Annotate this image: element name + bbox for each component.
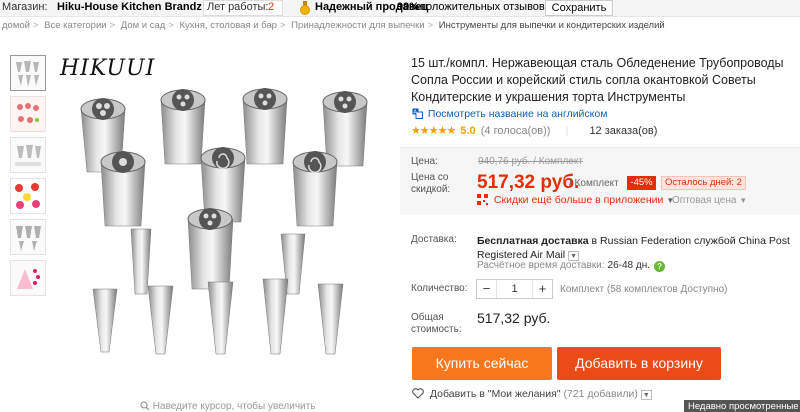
votes-link[interactable]: (4 голоса(ов)) (481, 125, 551, 137)
current-price: 517,32 руб. (477, 172, 580, 193)
brand-watermark: HIKUUI (60, 56, 156, 81)
old-price: 940,76 руб. / Комплект (478, 156, 583, 167)
orders-count: 12 заказа(ов) (589, 125, 658, 137)
quantity-input[interactable]: 1 (497, 280, 532, 298)
qr-code-icon (477, 194, 488, 205)
translate-link[interactable]: A Посмотреть название на английском (412, 108, 607, 120)
save-store-button[interactable]: Сохранить (545, 0, 613, 16)
shipping-label: Доставка: (411, 234, 457, 245)
price-label: Цена: (411, 156, 438, 167)
main-product-image[interactable]: HIKUUI (53, 54, 398, 399)
search-icon (140, 401, 150, 411)
total-price: 517,32 руб. (477, 310, 551, 326)
breadcrumb-home-garden[interactable]: Дом и сад (121, 20, 166, 31)
translate-icon: A (412, 108, 423, 119)
store-label: Магазин: (2, 1, 48, 13)
thumbnail[interactable] (10, 137, 46, 173)
buy-now-button[interactable]: Купить сейчас (412, 347, 552, 380)
recently-viewed-tab[interactable]: Недавно просмотренные (684, 400, 800, 412)
thumbnail-list (10, 55, 46, 301)
free-shipping: Бесплатная доставка (477, 235, 589, 247)
chevron-down-icon[interactable]: ▼ (640, 390, 652, 400)
positive-percent: 99% (397, 1, 420, 13)
breadcrumb-bakeware[interactable]: Принадлежности для выпечки (291, 20, 424, 31)
medal-icon (300, 1, 310, 15)
breadcrumb-all-categories[interactable]: Все категории (44, 20, 106, 31)
discount-price-label: Цена со скидкой: (411, 172, 451, 195)
zoom-hint: Наведите курсор, чтобы увеличить (140, 401, 315, 412)
breadcrumb-current[interactable]: Инструменты для выпечки и кондитерских и… (439, 20, 665, 31)
piping-nozzles-image (80, 88, 368, 355)
wholesale-price-dropdown[interactable]: Оптовая цена ▼ (672, 195, 747, 206)
quantity-decrease-button[interactable]: − (477, 280, 497, 298)
rating-stars: ★★★★★ (411, 125, 456, 137)
help-icon[interactable]: ? (654, 261, 666, 272)
delivery-label: Расчётное время доставки: (477, 260, 605, 271)
thumbnail[interactable] (10, 178, 46, 214)
positive-label: положительных отзывов (420, 1, 545, 13)
thumbnail[interactable] (10, 55, 46, 91)
zoom-hint-text: Наведите курсор, чтобы увеличить (152, 401, 316, 412)
discount-badge: -45% (627, 176, 656, 190)
heart-icon (412, 388, 424, 399)
quantity-stepper: − 1 + (476, 279, 553, 299)
thumbnail[interactable] (10, 96, 46, 132)
wishlist-label: Добавить в "Мои желания" (429, 388, 561, 400)
add-to-cart-button[interactable]: Добавить в корзину (557, 347, 721, 380)
app-discount-label: Скидки ещё больше в приложении (493, 194, 664, 206)
chevron-down-icon: ▼ (739, 196, 748, 205)
quantity-increase-button[interactable]: + (532, 280, 552, 298)
wishlist-count: (721 добавили) (563, 388, 638, 400)
quantity-label: Количество: (411, 283, 468, 294)
breadcrumb-home[interactable]: домой (2, 20, 30, 31)
rating-value: 5.0 (460, 125, 476, 137)
days-left-badge: Осталось дней: 2 (661, 176, 746, 190)
breadcrumb-kitchen[interactable]: Кухня, столовая и бар (180, 20, 277, 31)
thumbnail[interactable] (10, 260, 46, 296)
years-label: Лет работы: (207, 1, 269, 13)
stock-info: Комплект (58 комплектов Доступно) (560, 284, 728, 295)
total-label: Общая стоимость: (411, 312, 462, 335)
product-title: 15 шт./компл. Нержавеющая сталь Обледене… (411, 56, 784, 104)
rating-row: ★★★★★ 5.0 (4 голоса(ов)) | 12 заказа(ов) (411, 125, 658, 137)
price-unit: / Комплект (569, 178, 619, 189)
translate-label: Посмотреть название на английском (427, 108, 608, 120)
thumbnail[interactable] (10, 219, 46, 255)
app-discount-link[interactable]: Скидки ещё больше в приложении ▼ (477, 194, 674, 206)
years-value: 2 (268, 1, 275, 13)
shipping-info[interactable]: Бесплатная доставка в Russian Federation… (477, 234, 800, 262)
svg-text:A: A (414, 110, 418, 116)
wishlist-link[interactable]: Добавить в "Мои желания" (721 добавили) … (412, 388, 652, 400)
delivery-time: Расчётное время доставки: 26-48 дн.? (477, 260, 666, 272)
delivery-days: 26-48 дн. (607, 260, 651, 271)
breadcrumb: домой > Все категории > Дом и сад > Кухня, … (2, 20, 665, 31)
store-bar: Магазин: Hiku-House Kitchen Brandz store… (0, 0, 800, 17)
wholesale-label: Оптовая цена (672, 195, 737, 206)
